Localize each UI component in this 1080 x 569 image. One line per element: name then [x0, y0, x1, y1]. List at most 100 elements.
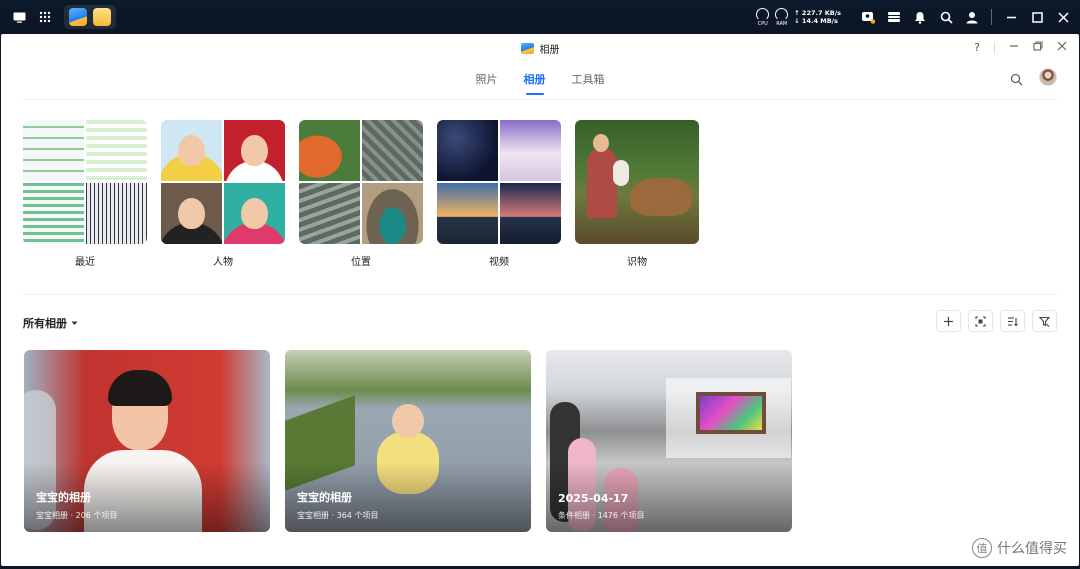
- category-places-thumbnail: [299, 120, 423, 244]
- video-thumb-1: [437, 120, 498, 181]
- photos-window: 相册 ? 照片 相册 工具箱 最近 人物 位置 视频 识物 所有相册 宝宝的相册…: [1, 34, 1079, 566]
- add-album-button[interactable]: [936, 310, 961, 332]
- category-recent-thumbnail: [23, 120, 147, 244]
- network-speed[interactable]: ↑ 227.7 KB/s ↓ 14.4 MB/s: [794, 9, 841, 25]
- window-minimize-icon[interactable]: [1009, 41, 1019, 54]
- all-albums-dropdown[interactable]: 所有相册: [23, 315, 78, 331]
- sort-button[interactable]: [1000, 310, 1025, 332]
- place-thumb-1: [299, 120, 360, 181]
- album-photo-baby-head: [392, 404, 424, 438]
- filter-button[interactable]: [1032, 310, 1057, 332]
- caret-down-icon: [71, 321, 78, 325]
- notification-bell-icon[interactable]: [913, 10, 927, 24]
- category-label: 识物: [627, 257, 647, 268]
- person-thumb-2: [224, 120, 285, 181]
- thumb-deer: [630, 178, 692, 216]
- running-apps: [64, 5, 116, 29]
- category-videos-thumbnail: [437, 120, 561, 244]
- watermark-logo-icon: 值: [972, 538, 992, 558]
- window-title-wrap: 相册: [1, 41, 1079, 56]
- album-meta: 宝宝相册 · 364 个项目: [297, 511, 379, 520]
- select-button[interactable]: [968, 310, 993, 332]
- watermark-text: 什么值得买: [997, 541, 1067, 557]
- taskbar-maximize-icon[interactable]: [1030, 10, 1044, 24]
- place-thumb-4: [362, 183, 423, 244]
- album-meta: 条件相册 · 1476 个项目: [558, 511, 645, 520]
- category-people[interactable]: 人物: [161, 120, 285, 268]
- album-name: 2025-04-17: [558, 492, 629, 505]
- video-thumb-3: [437, 183, 498, 244]
- category-things-thumbnail: [575, 120, 699, 244]
- album-card[interactable]: 宝宝的相册 宝宝相册 · 206 个项目: [24, 350, 270, 532]
- recent-thumb-4: [86, 183, 147, 244]
- person-thumb-3: [161, 183, 222, 244]
- video-thumb-2: [500, 120, 561, 181]
- taskbar-minimize-icon[interactable]: [1004, 10, 1018, 24]
- person-thumb-1: [161, 120, 222, 181]
- global-search-icon[interactable]: [939, 10, 953, 24]
- album-photo-hair: [108, 370, 172, 406]
- site-watermark: 值 什么值得买: [972, 538, 1067, 558]
- window-controls: ?: [974, 41, 1067, 54]
- recent-thumb-3: [23, 183, 84, 244]
- all-albums-title: 所有相册: [23, 317, 67, 330]
- thumb-figure-head: [593, 134, 609, 152]
- download-speed: ↓ 14.4 MB/s: [794, 17, 838, 25]
- person-thumb-4: [224, 183, 285, 244]
- category-videos[interactable]: 视频: [437, 120, 561, 268]
- taskbar: CPU RAM ↑ 227.7 KB/s ↓ 14.4 MB/s: [0, 0, 1080, 34]
- taskbar-close-icon[interactable]: [1056, 10, 1070, 24]
- category-label: 人物: [213, 257, 233, 268]
- window-close-icon[interactable]: [1057, 41, 1067, 54]
- window-titlebar[interactable]: 相册 ?: [1, 34, 1079, 64]
- photos-app-title-icon: [520, 43, 534, 54]
- filter-icon: [1039, 316, 1050, 327]
- taskbar-left: [8, 5, 116, 29]
- category-section: 最近 人物 位置 视频 识物: [23, 100, 1057, 295]
- album-photo-tv: [696, 392, 766, 434]
- account-icon[interactable]: [965, 10, 979, 24]
- recent-thumb-2: [86, 120, 147, 181]
- ram-gauge[interactable]: RAM: [775, 7, 789, 27]
- category-label: 视频: [489, 257, 509, 268]
- taskbar-separator: [991, 9, 992, 25]
- category-people-thumbnail: [161, 120, 285, 244]
- album-actions: [936, 310, 1057, 332]
- cpu-label: CPU: [757, 20, 768, 27]
- ram-label: RAM: [776, 20, 788, 27]
- category-label: 最近: [75, 257, 95, 268]
- notes-app-icon[interactable]: [93, 8, 111, 26]
- select-frame-icon: [975, 315, 986, 327]
- cpu-gauge-icon: [756, 7, 770, 21]
- albums-header: 所有相册: [23, 295, 1057, 351]
- task-monitor-icon[interactable]: [887, 10, 901, 24]
- main-tabs: 照片 相册 工具箱: [23, 64, 1057, 100]
- place-thumb-3: [299, 183, 360, 244]
- photos-app-icon[interactable]: [69, 8, 87, 26]
- user-avatar[interactable]: [1039, 68, 1057, 86]
- help-button[interactable]: ?: [974, 41, 980, 54]
- album-name: 宝宝的相册: [297, 491, 352, 504]
- category-things[interactable]: 识物: [575, 120, 699, 268]
- thumb-figure-child: [613, 160, 629, 186]
- tab-albums[interactable]: 相册: [524, 71, 546, 95]
- place-thumb-2: [362, 120, 423, 181]
- album-card[interactable]: 宝宝的相册 宝宝相册 · 364 个项目: [285, 350, 531, 532]
- video-thumb-4: [500, 183, 561, 244]
- album-name: 宝宝的相册: [36, 491, 91, 504]
- show-desktop-icon[interactable]: [8, 6, 30, 28]
- user-badge-icon[interactable]: [861, 10, 875, 24]
- app-grid-icon[interactable]: [34, 6, 56, 28]
- search-icon[interactable]: [1010, 71, 1023, 90]
- tab-toolbox[interactable]: 工具箱: [572, 71, 605, 91]
- window-restore-icon[interactable]: [1033, 41, 1043, 54]
- tab-row: 照片 相册 工具箱: [23, 71, 1057, 95]
- category-places[interactable]: 位置: [299, 120, 423, 268]
- cpu-gauge[interactable]: CPU: [756, 7, 770, 27]
- album-card[interactable]: 2025-04-17 条件相册 · 1476 个项目: [546, 350, 792, 532]
- sort-icon: [1008, 316, 1018, 326]
- upload-speed: ↑ 227.7 KB/s: [794, 9, 841, 17]
- category-recent[interactable]: 最近: [23, 120, 147, 268]
- window-title: 相册: [539, 45, 560, 56]
- tab-photos[interactable]: 照片: [476, 71, 498, 91]
